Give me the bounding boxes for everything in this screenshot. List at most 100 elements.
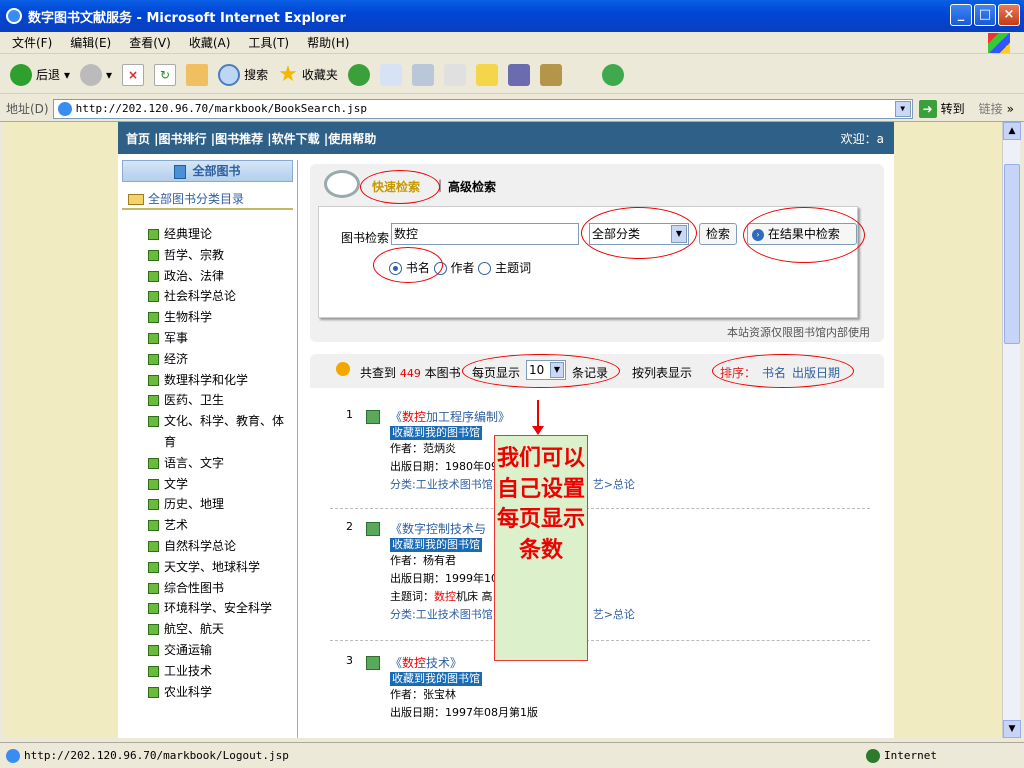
windows-logo-icon	[988, 33, 1010, 53]
category-item[interactable]: 工业技术	[148, 661, 294, 682]
star-icon: ★	[278, 62, 298, 87]
book-icon	[366, 410, 380, 424]
browser-toolbar: 后退 ▾ ▾ × ↻ 搜索 ★ 收藏夹	[0, 56, 1024, 94]
search-input[interactable]: 数控	[391, 223, 579, 245]
edit-icon[interactable]	[443, 63, 466, 86]
users-icon[interactable]	[601, 63, 624, 86]
category-item[interactable]: 自然科学总论	[148, 536, 294, 557]
search-panel: 快速检索 | 高级检索 图书检索 数控 全部分类 ▼ 检索 › 在结果中检索 书名…	[310, 164, 884, 342]
category-item[interactable]: 农业科学	[148, 682, 294, 703]
book-title-link[interactable]: 《数控技术》	[390, 654, 850, 671]
category-item[interactable]: 社会科学总论	[148, 286, 294, 307]
menu-file[interactable]: 文件(F)	[12, 34, 52, 51]
collect-button[interactable]: 收藏到我的图书馆	[390, 538, 482, 552]
menu-edit[interactable]: 编辑(E)	[70, 34, 111, 51]
search-icon	[218, 63, 241, 86]
all-books-header[interactable]: 全部图书	[122, 160, 293, 182]
forward-button[interactable]: ▾	[80, 63, 112, 86]
radio-subject[interactable]	[478, 262, 492, 275]
address-dropdown-icon[interactable]: ▼	[894, 100, 911, 117]
status-url: http://202.120.96.70/markbook/Logout.jsp	[24, 749, 289, 762]
annotation-circle	[373, 247, 443, 283]
folder-icon	[128, 194, 144, 205]
divider	[330, 508, 870, 509]
site-nav-links[interactable]: 首页 |图书排行 |图书推荐 |软件下载 |使用帮助	[126, 130, 376, 147]
category-item[interactable]: 数理科学和化学	[148, 370, 294, 391]
collect-button[interactable]: 收藏到我的图书馆	[390, 672, 482, 686]
favorites-button[interactable]: ★ 收藏夹	[278, 62, 338, 87]
refresh-icon[interactable]: ↻	[154, 63, 177, 86]
mail-icon[interactable]	[379, 63, 402, 86]
page-icon	[6, 748, 20, 763]
list-view-link[interactable]: 按列表显示	[632, 364, 692, 381]
address-input[interactable]: http://202.120.96.70/markbook/BookSearch…	[52, 98, 913, 119]
category-item[interactable]: 交通运输	[148, 640, 294, 661]
search-button[interactable]: 搜索	[218, 63, 268, 86]
category-item[interactable]: 天文学、地球科学	[148, 557, 294, 578]
search-label: 图书检索	[341, 231, 390, 245]
annotation-circle	[712, 354, 854, 388]
category-item[interactable]: 环境科学、安全科学	[148, 598, 294, 619]
collect-button[interactable]: 收藏到我的图书馆	[390, 426, 482, 440]
research-icon[interactable]	[507, 63, 530, 86]
category-list: 经典理论 哲学、宗教 政治、法律 社会科学总论 生物科学 军事 经济 数理科学和…	[118, 224, 294, 702]
category-item[interactable]: 历史、地理	[148, 494, 294, 515]
catalog-link[interactable]: 全部图书分类目录	[122, 190, 293, 210]
maximize-button[interactable]: □	[974, 4, 996, 26]
discuss-icon[interactable]	[475, 63, 498, 86]
category-item[interactable]: 艺术	[148, 515, 294, 536]
minimize-button[interactable]: _	[950, 4, 972, 26]
category-item[interactable]: 语言、文字	[148, 453, 294, 474]
category-item[interactable]: 军事	[148, 328, 294, 349]
category-item[interactable]: 医药、卫生	[148, 390, 294, 411]
advanced-search-tab[interactable]: 高级检索	[448, 178, 496, 195]
annotation-circle	[360, 170, 440, 204]
info-icon	[336, 362, 350, 376]
back-button[interactable]: 后退 ▾	[10, 63, 70, 86]
category-item[interactable]: 文化、科学、教育、体育	[148, 411, 294, 453]
go-arrow-icon[interactable]: ➜	[918, 99, 937, 118]
category-item[interactable]: 文学	[148, 474, 294, 495]
category-item[interactable]: 生物科学	[148, 307, 294, 328]
category-item[interactable]: 经典理论	[148, 224, 294, 245]
annotation-arrow-head	[532, 426, 544, 435]
globe-icon	[866, 748, 880, 763]
back-arrow-icon	[10, 63, 32, 86]
category-item[interactable]: 航空、航天	[148, 619, 294, 640]
chevron-right-icon[interactable]: »	[1007, 102, 1014, 116]
menu-tools[interactable]: 工具(T)	[248, 34, 289, 51]
category-item[interactable]: 综合性图书	[148, 578, 294, 599]
search-form: 图书检索 数控 全部分类 ▼ 检索 › 在结果中检索 书名 作者 主题词	[318, 206, 865, 318]
book-title-link[interactable]: 《数字控制技术与	[390, 520, 850, 537]
book-title-link[interactable]: 《数控加工程序编制》	[390, 408, 850, 425]
site-nav: 首页 |图书排行 |图书推荐 |软件下载 |使用帮助 欢迎：a	[118, 122, 894, 154]
stop-icon[interactable]: ×	[122, 63, 145, 86]
home-icon[interactable]	[186, 63, 209, 86]
menu-help[interactable]: 帮助(H)	[307, 34, 349, 51]
print-icon[interactable]	[411, 63, 434, 86]
menu-view[interactable]: 查看(V)	[129, 34, 171, 51]
annotation-circle	[743, 207, 865, 263]
page-icon	[57, 101, 72, 116]
category-item[interactable]: 政治、法律	[148, 266, 294, 287]
category-item[interactable]: 哲学、宗教	[148, 245, 294, 266]
search-button[interactable]: 检索	[699, 223, 737, 245]
annotation-circle	[581, 207, 697, 259]
menu-bar: 文件(F) 编辑(E) 查看(V) 收藏(A) 工具(T) 帮助(H)	[0, 32, 1024, 54]
results-header: 共查到 449 本图书 每页显示 10 ▼ 条记录 按列表显示 排序： 书名 出版…	[310, 354, 884, 388]
links-button[interactable]: 链接	[979, 100, 1003, 117]
window-title: 数字图书文献服务 - Microsoft Internet Explorer	[28, 10, 346, 26]
category-path[interactable]: 分类:工业技术图书馆 艺>总论	[390, 476, 850, 494]
category-item[interactable]: 经济	[148, 349, 294, 370]
messenger-icon[interactable]	[539, 63, 562, 86]
go-button[interactable]: 转到	[941, 100, 965, 117]
category-path[interactable]: 分类:工业技术图书馆 艺>总论	[390, 606, 850, 624]
scroll-down-icon[interactable]: ▼	[1003, 720, 1021, 738]
vertical-scrollbar[interactable]: ▲ ▼	[1002, 122, 1021, 738]
scroll-thumb[interactable]	[1004, 164, 1020, 344]
close-button[interactable]: ×	[998, 4, 1020, 26]
history-icon[interactable]	[347, 63, 370, 86]
menu-favorites[interactable]: 收藏(A)	[189, 34, 231, 51]
results-panel: 共查到 449 本图书 每页显示 10 ▼ 条记录 按列表显示 排序： 书名 出版…	[310, 354, 884, 738]
scroll-up-icon[interactable]: ▲	[1003, 122, 1021, 140]
